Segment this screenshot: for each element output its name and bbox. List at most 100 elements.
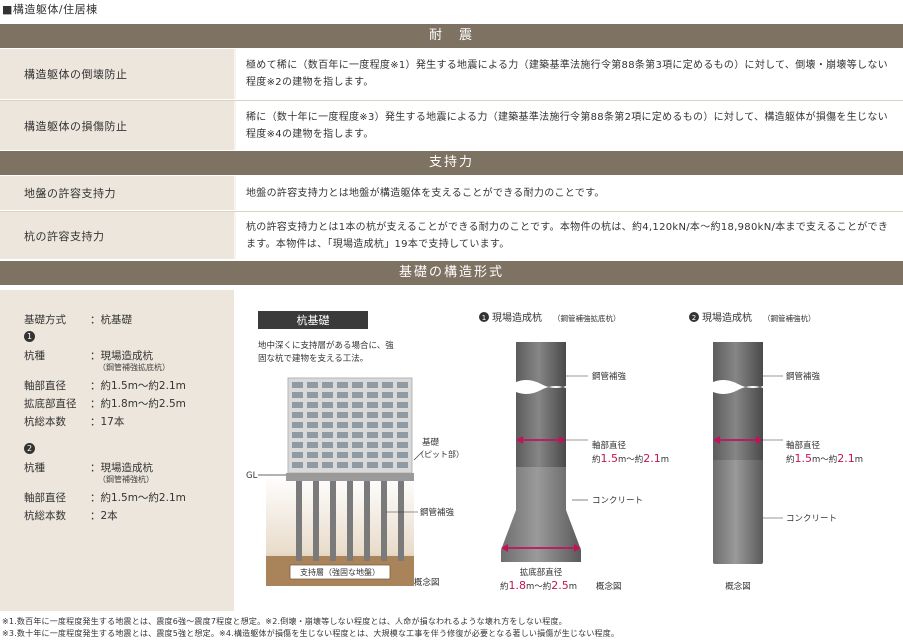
building-window <box>307 392 318 398</box>
pile-2-shaft-value: 約1.5m〜約2.1m <box>786 452 863 465</box>
spec-key: 杭総本数 <box>24 510 66 522</box>
building-window <box>352 412 363 418</box>
pile <box>296 481 302 561</box>
building-window <box>292 382 303 388</box>
building-window <box>397 462 408 468</box>
building-window <box>322 402 333 408</box>
building-window <box>382 452 393 458</box>
building-window <box>337 382 348 388</box>
pile-foundation-title: 杭基礎 <box>297 313 330 327</box>
building-window <box>337 402 348 408</box>
building-window <box>382 422 393 428</box>
building-window <box>352 442 363 448</box>
spec-line: 軸部直径 ：約1.5m〜約2.1m <box>24 490 186 505</box>
pile-2-steel-label: 鋼管補強 <box>786 371 821 382</box>
building-window <box>292 432 303 438</box>
pile-1-steel <box>516 342 566 467</box>
building-window <box>367 452 378 458</box>
building-window <box>397 402 408 408</box>
bearing-layer-label: 支持層（強固な地盤） <box>300 567 380 577</box>
spec-key: 基礎方式 <box>24 314 66 326</box>
pile-2-shaft-label: 軸部直径 <box>786 440 821 451</box>
building-window <box>352 382 363 388</box>
building-window <box>292 422 303 428</box>
page-title: ■構造躯体/住居棟 <box>2 3 98 16</box>
pile <box>398 481 404 561</box>
building-window <box>397 382 408 388</box>
building-window <box>337 432 348 438</box>
pile-2-illustration: 2 現場造成杭 （鋼管補強杭） 鋼管補強 軸部直径 約1.5m〜約2.1m コン… <box>689 311 863 592</box>
foundation-diagrams: 杭基礎 地中深くに支持層がある場合に、強 固な杭で建物を支える工法。 支持層（強… <box>236 290 903 611</box>
building-window <box>382 442 393 448</box>
building-window <box>322 392 333 398</box>
spec-key: 杭種 <box>24 350 45 362</box>
building-window <box>322 462 333 468</box>
pile-1-number: 1 <box>482 314 486 322</box>
building-window <box>322 412 333 418</box>
building-window <box>337 392 348 398</box>
pile <box>381 481 387 561</box>
building-window <box>337 412 348 418</box>
building-window <box>397 422 408 428</box>
pile <box>364 481 370 561</box>
building-window <box>292 402 303 408</box>
building-window <box>352 462 363 468</box>
pile-2-number: 2 <box>692 314 696 322</box>
building-window <box>367 442 378 448</box>
building-window <box>397 452 408 458</box>
spec-key: 杭総本数 <box>24 416 66 428</box>
pile <box>330 481 336 561</box>
building-window <box>367 432 378 438</box>
building-window <box>367 422 378 428</box>
spec-key: 拡底部直径 <box>24 398 77 410</box>
building-window <box>367 412 378 418</box>
section-heading-bearing: 支持力 <box>0 151 903 175</box>
building-window <box>367 392 378 398</box>
pile-foundation-desc-1: 地中深くに支持層がある場合に、強 <box>258 340 394 351</box>
building-window <box>292 392 303 398</box>
table-row: 構造躯体の損傷防止 稀に（数十年に一度程度※3）発生する地震による力（建築基準法… <box>0 101 903 150</box>
footnote-line: ※1.数百年に一度程度発生する地震とは、震度6強〜震度7程度と想定。※2.倒壊・… <box>2 617 567 626</box>
building-window <box>382 392 393 398</box>
row-label: 地盤の許容支持力 <box>0 176 234 210</box>
section-heading-seismic: 耐 震 <box>0 24 903 48</box>
building-window <box>322 382 333 388</box>
spec-line: 杭種 ：現場造成杭 <box>24 460 153 475</box>
spec-line: 杭総本数 ：17本 <box>24 414 124 429</box>
group-number-2: 2 <box>24 443 35 454</box>
spec-line: 軸部直径 ：約1.5m〜約2.1m <box>24 378 186 393</box>
footnotes: ※1.数百年に一度程度発生する地震とは、震度6強〜震度7程度と想定。※2.倒壊・… <box>2 616 619 640</box>
section-heading-foundation: 基礎の構造形式 <box>0 261 903 285</box>
building <box>287 377 413 474</box>
building-window <box>307 442 318 448</box>
building-window <box>367 462 378 468</box>
building-window <box>322 442 333 448</box>
building-window <box>337 422 348 428</box>
pile-2-concrete-label: コンクリート <box>786 514 837 524</box>
spec-key: 軸部直径 <box>24 492 66 504</box>
concept-label: 概念図 <box>414 577 440 588</box>
steel-label: 鋼管補強 <box>420 507 455 518</box>
building-window <box>322 432 333 438</box>
row-label: 構造躯体の損傷防止 <box>0 101 234 150</box>
table-row: 構造躯体の倒壊防止 極めて稀に（数百年に一度程度※1）発生する地震による力（建築… <box>0 49 903 99</box>
spec-sub: （鋼管補強拡底杭） <box>98 363 170 372</box>
kiso-label: 基礎 <box>422 437 440 448</box>
pile-1-steel-label: 鋼管補強 <box>592 371 627 382</box>
building-window <box>292 462 303 468</box>
group-number-1: 1 <box>24 331 35 342</box>
foundation-diagram-svg: 杭基礎 地中深くに支持層がある場合に、強 固な杭で建物を支える工法。 支持層（強… <box>246 311 863 592</box>
building-window <box>367 402 378 408</box>
building-window <box>382 462 393 468</box>
pile-1-base-label: 拡底部直径 <box>520 567 563 578</box>
pile-1-concrete-label: コンクリート <box>592 496 643 506</box>
building-window <box>382 402 393 408</box>
building-window <box>307 402 318 408</box>
pile <box>347 481 353 561</box>
building-window <box>292 412 303 418</box>
spec-value: ：杭基礎 <box>90 314 132 326</box>
foundation-specs: 基礎方式 ：杭基礎 1 杭種 ：現場造成杭 （鋼管補強拡底杭） 軸部直径 ：約1.5m… <box>0 290 234 611</box>
spec-line: 杭種 ：現場造成杭 <box>24 348 153 363</box>
pile-2-steel <box>713 342 763 460</box>
row-description: 稀に（数十年に一度程度※3）発生する地震による力（建築基準法施行令第88条第2項… <box>236 101 903 150</box>
